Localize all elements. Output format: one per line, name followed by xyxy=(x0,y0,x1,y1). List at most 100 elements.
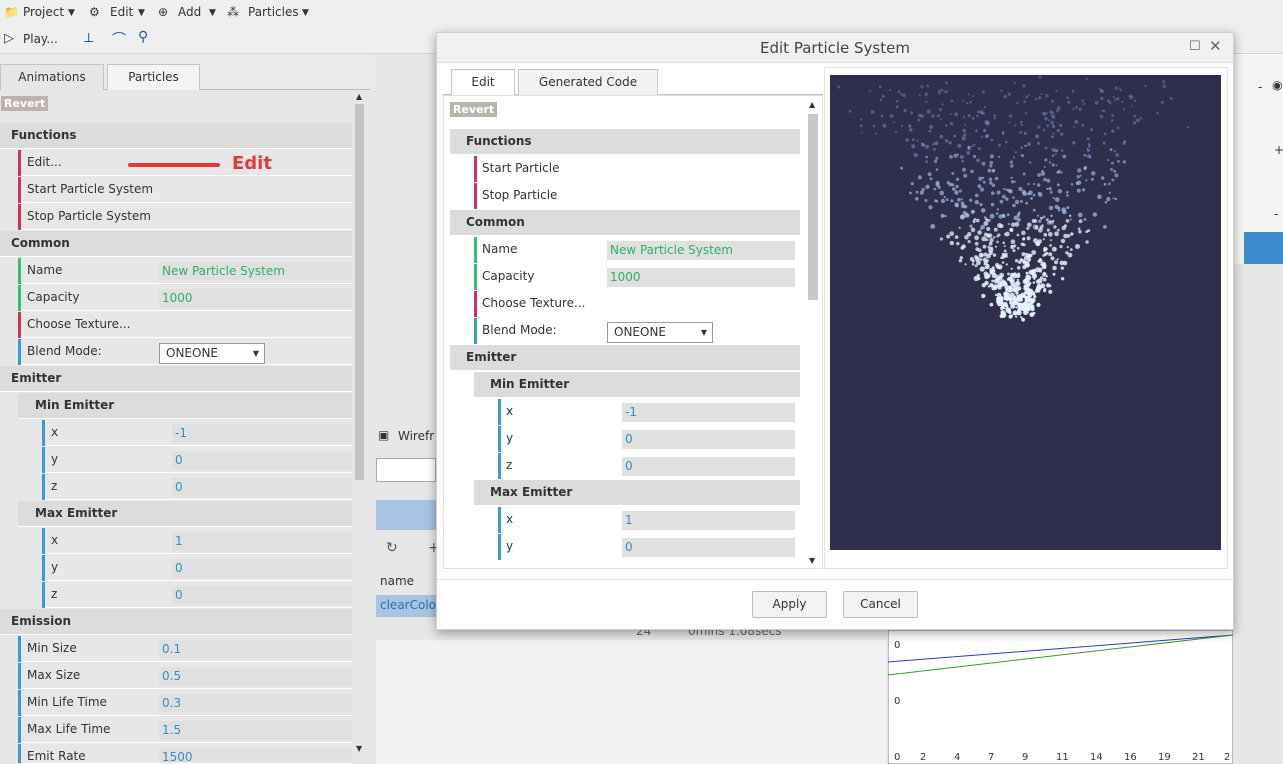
dialog-section-common[interactable]: Common xyxy=(450,210,800,236)
tab-generated-code[interactable]: Generated Code xyxy=(518,69,658,95)
section-min-emitter[interactable]: Min Emitter xyxy=(18,393,352,419)
menu-particles[interactable]: Particles xyxy=(248,5,299,19)
refresh-icon[interactable]: ↻ xyxy=(386,540,398,556)
pin-tool-icon[interactable]: ⚲ xyxy=(138,29,148,45)
particle xyxy=(981,161,986,166)
blend-mode-select[interactable]: ONEONE ▼ xyxy=(159,343,265,364)
min-life-field[interactable]: 0.3 xyxy=(159,694,352,713)
dialog-name-property: Name New Particle System xyxy=(474,237,800,263)
particle xyxy=(1045,275,1048,278)
tab-particles[interactable]: Particles xyxy=(107,64,200,90)
section-emission[interactable]: Emission xyxy=(0,609,352,635)
dialog-min-x-field[interactable]: -1 xyxy=(622,403,795,422)
tab-edit[interactable]: Edit xyxy=(451,69,515,95)
apply-button[interactable]: Apply xyxy=(752,591,827,618)
revert-button[interactable]: Revert xyxy=(1,96,49,111)
particle xyxy=(1104,201,1108,204)
plus-label[interactable]: + xyxy=(1274,143,1283,157)
min-y-field[interactable]: 0 xyxy=(172,451,352,470)
particle-preview[interactable] xyxy=(830,75,1221,550)
dialog-min-z-field[interactable]: 0 xyxy=(622,457,795,476)
max-x-field[interactable]: 1 xyxy=(172,532,352,551)
dialog-capacity-field[interactable]: 1000 xyxy=(607,268,795,287)
curve-graph[interactable] xyxy=(888,630,1233,764)
scroll-down-icon[interactable]: ▼ xyxy=(356,744,362,753)
particle xyxy=(989,269,995,275)
choose-texture[interactable]: Choose Texture... xyxy=(18,312,352,338)
particle xyxy=(1006,307,1009,310)
globe-icon[interactable]: ◉ xyxy=(1272,78,1282,92)
particle xyxy=(989,164,993,168)
cancel-button[interactable]: Cancel xyxy=(843,591,918,618)
particle xyxy=(1042,128,1046,132)
min-z-field[interactable]: 0 xyxy=(172,478,352,497)
folder-icon: 📁 xyxy=(4,5,19,19)
dialog-section-min-emitter[interactable]: Min Emitter xyxy=(474,372,800,398)
name-label: Name xyxy=(27,263,63,277)
dialog-section-functions[interactable]: Functions xyxy=(450,129,800,155)
particle xyxy=(1116,126,1120,130)
section-functions[interactable]: Functions xyxy=(0,123,352,149)
dialog-blend-select[interactable]: ONEONE ▼ xyxy=(607,322,713,343)
scroll-up-icon[interactable]: ▲ xyxy=(356,92,362,101)
emit-rate-field[interactable]: 1500 xyxy=(159,748,352,763)
min-x-field[interactable]: -1 xyxy=(172,424,352,443)
dialog-stop-particle[interactable]: Stop Particle xyxy=(474,183,800,209)
capacity-field[interactable]: 1000 xyxy=(159,289,352,308)
menu-project[interactable]: Project xyxy=(23,5,64,19)
particle xyxy=(1162,84,1167,88)
axis-tool-icon[interactable]: ⟂ xyxy=(84,30,93,46)
dialog-start-particle[interactable]: Start Particle xyxy=(474,156,800,182)
max-y-field[interactable]: 0 xyxy=(172,559,352,578)
left-scrollbar-thumb[interactable] xyxy=(355,104,364,480)
dialog-section-emitter[interactable]: Emitter xyxy=(450,345,800,371)
particle xyxy=(1042,254,1046,257)
particle xyxy=(969,224,973,228)
dialog-section-max-emitter[interactable]: Max Emitter xyxy=(474,480,800,506)
particle xyxy=(908,124,912,128)
dialog-max-y-field[interactable]: 0 xyxy=(622,538,795,557)
particle xyxy=(1083,153,1087,157)
particle xyxy=(979,258,983,261)
max-life-field[interactable]: 1.5 xyxy=(159,721,352,740)
dialog-max-x-field[interactable]: 1 xyxy=(622,511,795,530)
particle xyxy=(1026,236,1031,241)
particle xyxy=(1051,112,1055,115)
minus-label[interactable]: - xyxy=(1258,80,1262,94)
section-common[interactable]: Common xyxy=(0,231,352,257)
minus-label-2[interactable]: - xyxy=(1274,207,1278,221)
scroll-down-icon[interactable]: ▼ xyxy=(809,556,815,565)
section-max-emitter[interactable]: Max Emitter xyxy=(18,501,352,527)
play-button[interactable]: Play... xyxy=(23,32,58,46)
stop-label: Stop Particle System xyxy=(27,209,151,223)
scroll-up-icon[interactable]: ▲ xyxy=(809,100,815,109)
max-z-field[interactable]: 0 xyxy=(172,586,352,605)
menu-edit[interactable]: Edit xyxy=(110,5,133,19)
dialog-min-y-field[interactable]: 0 xyxy=(622,430,795,449)
timeline-ruler[interactable] xyxy=(376,458,436,482)
particle xyxy=(985,273,991,279)
close-icon[interactable]: ✕ xyxy=(1209,37,1222,55)
dialog-name-field[interactable]: New Particle System xyxy=(607,241,795,260)
dialog-scrollbar-thumb[interactable] xyxy=(808,114,818,300)
particle xyxy=(837,85,841,89)
menu-add[interactable]: Add xyxy=(178,5,201,19)
stop-particle-system[interactable]: Stop Particle System xyxy=(18,204,352,230)
dialog-revert-button[interactable]: Revert xyxy=(450,102,498,117)
max-size-field[interactable]: 0.5 xyxy=(159,667,352,686)
particle xyxy=(1057,228,1060,232)
name-field[interactable]: New Particle System xyxy=(159,262,352,281)
section-emitter[interactable]: Emitter xyxy=(0,366,352,392)
clearcolor-row[interactable]: clearColor xyxy=(380,598,436,612)
particle xyxy=(1053,225,1057,229)
dialog-min-y: y0 xyxy=(498,426,800,452)
maximize-icon[interactable]: ☐ xyxy=(1189,39,1201,54)
start-particle-system[interactable]: Start Particle System xyxy=(18,177,352,203)
particle xyxy=(925,144,929,149)
min-size-field[interactable]: 0.1 xyxy=(159,640,352,659)
particle xyxy=(960,201,965,205)
curve-tool-icon[interactable]: ⌒ xyxy=(112,29,126,49)
dialog-choose-texture[interactable]: Choose Texture... xyxy=(474,291,800,317)
tab-animations[interactable]: Animations xyxy=(0,64,104,90)
wireframe-label[interactable]: Wirefr xyxy=(398,429,434,443)
